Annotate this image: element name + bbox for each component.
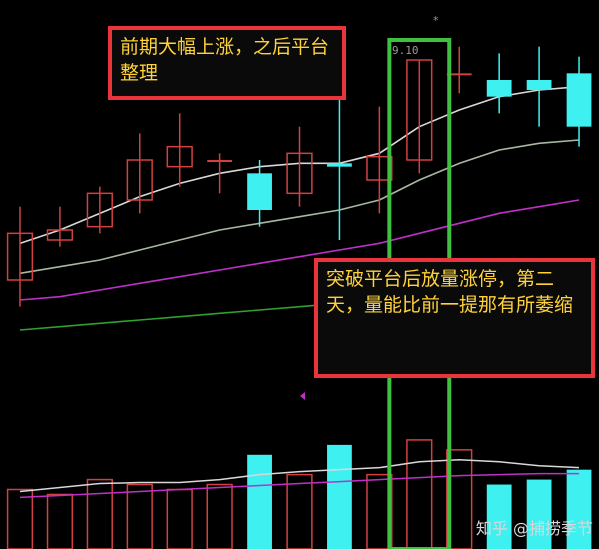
candle-body [526,80,552,90]
candle-body [327,163,352,167]
small-marker [300,392,305,400]
volume-bar [86,478,113,549]
volume-bar [406,439,433,549]
callout-platform: 前期大幅上涨，之后平台整理 [108,26,346,100]
candle-body [207,160,233,162]
volume-bar [46,493,74,549]
candle-body [566,73,592,127]
volume-bar [247,454,272,549]
volume-bar [166,488,193,549]
price-label: 9.10 [392,44,419,57]
candle-body [486,80,512,97]
candle-body [247,173,272,210]
volume-bar [206,483,233,549]
volume-bar [126,483,153,549]
watermark: 知乎 @捕捞季节 [475,519,593,538]
volume-bar [286,473,313,549]
callout-breakout: 突破平台后放量涨停，第二天，量能比前一提那有所萎缩 [314,258,595,378]
volume-bar [6,488,34,549]
star-marker: * [433,14,439,27]
volume-bar [327,444,352,549]
